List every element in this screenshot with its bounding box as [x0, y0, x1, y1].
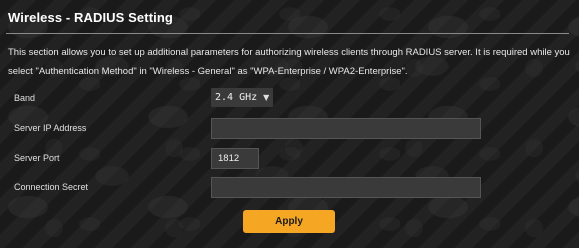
- server-port-label: Server Port: [14, 153, 60, 163]
- chevron-down-icon: ▼: [263, 93, 270, 102]
- title-divider: [6, 33, 569, 34]
- band-select-value: 2.4 GHz: [215, 92, 258, 103]
- band-select[interactable]: 2.4 GHz ▼: [211, 88, 273, 107]
- server-port-input[interactable]: [211, 148, 259, 169]
- server-ip-label: Server IP Address: [14, 123, 87, 133]
- apply-button[interactable]: Apply: [243, 210, 335, 233]
- page-description: This section allows you to set up additi…: [8, 47, 570, 77]
- server-ip-input[interactable]: [211, 118, 481, 139]
- connection-secret-input[interactable]: [211, 177, 481, 198]
- connection-secret-label: Connection Secret: [14, 182, 89, 192]
- radius-settings-panel: Wireless - RADIUS Setting This section a…: [0, 0, 579, 248]
- page-title: Wireless - RADIUS Setting: [8, 10, 173, 25]
- band-label: Band: [14, 93, 36, 103]
